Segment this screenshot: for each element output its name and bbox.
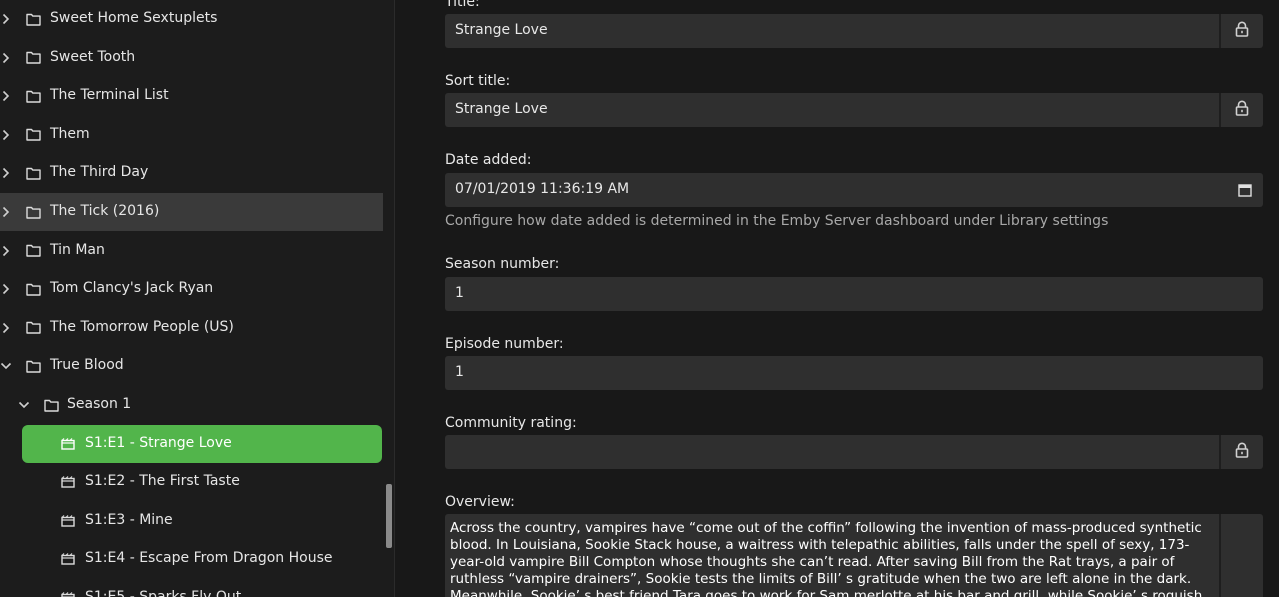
title-value[interactable]: Strange Love [455, 22, 548, 38]
season-number-value[interactable]: 1 [455, 285, 464, 301]
episode-item-s1-e5-sparks-fly-out[interactable]: S1:E5 - Sparks Fly Out [22, 579, 382, 597]
tree-item-label: True Blood [50, 357, 124, 374]
sort-title-label: Sort title: [445, 73, 511, 89]
episode-icon [60, 474, 76, 490]
tree-item-label: Sweet Home Sextuplets [50, 10, 218, 26]
tree-item-the-third-day[interactable]: The Third Day [0, 154, 383, 192]
title-field[interactable]: Strange Love [445, 14, 1263, 48]
episode-number-label: Episode number: [445, 336, 564, 352]
date-added-field[interactable]: 07/01/2019 11:36:19 AM [445, 173, 1263, 207]
overview-text[interactable]: Across the country, vampires have “come … [450, 520, 1208, 597]
folder-icon [43, 397, 59, 413]
folder-icon [25, 320, 41, 336]
chevron-right-icon[interactable] [0, 245, 12, 257]
folder-icon [25, 243, 41, 259]
folder-icon [25, 204, 41, 220]
folder-icon [25, 50, 41, 66]
metadata-editor: Title: Strange Love Sort title: Strange … [395, 0, 1279, 597]
season-number-field[interactable]: 1 [445, 277, 1263, 311]
tree-item-label: The Tick (2016) [50, 203, 160, 219]
folder-icon [25, 281, 41, 297]
date-added-label: Date added: [445, 152, 532, 168]
date-added-value[interactable]: 07/01/2019 11:36:19 AM [455, 181, 629, 197]
chevron-right-icon[interactable] [0, 206, 12, 218]
tree-item-the-tick-2016[interactable]: The Tick (2016) [0, 193, 383, 231]
tree-item-label: The Third Day [50, 164, 149, 181]
episode-number-field[interactable]: 1 [445, 356, 1263, 390]
tree-item-the-terminal-list[interactable]: The Terminal List [0, 77, 383, 115]
chevron-right-icon[interactable] [0, 322, 12, 334]
chevron-down-icon[interactable] [18, 399, 30, 411]
tree-item-tin-man[interactable]: Tin Man [0, 232, 383, 270]
calendar-icon[interactable] [1237, 182, 1253, 198]
tree-item-tom-clancy-s-jack-ryan[interactable]: Tom Clancy's Jack Ryan [0, 270, 383, 308]
community-rating-lock-button[interactable] [1219, 435, 1263, 469]
episode-item-s1-e4-escape-from-dragon-house[interactable]: S1:E4 - Escape From Dragon House [22, 540, 382, 578]
title-lock-button[interactable] [1219, 14, 1263, 48]
sort-title-value[interactable]: Strange Love [455, 101, 548, 117]
folder-icon [25, 358, 41, 374]
lock-icon [1235, 442, 1249, 462]
episode-icon [60, 513, 76, 529]
tree-item-label: Tin Man [50, 241, 105, 258]
chevron-right-icon[interactable] [0, 90, 12, 102]
season-number-label: Season number: [445, 256, 560, 272]
tree-item-label: Tom Clancy's Jack Ryan [50, 280, 214, 297]
chevron-right-icon[interactable] [0, 283, 12, 295]
overview-label: Overview: [445, 494, 515, 510]
community-rating-label: Community rating: [445, 415, 577, 431]
date-added-hint: Configure how date added is determined i… [445, 213, 1109, 229]
episode-label: S1:E4 - Escape From Dragon House [85, 550, 333, 567]
chevron-right-icon[interactable] [0, 129, 12, 141]
episode-item-s1-e2-the-first-taste[interactable]: S1:E2 - The First Taste [22, 463, 382, 501]
folder-icon [25, 11, 41, 27]
overview-lock-area[interactable] [1219, 514, 1263, 597]
episode-icon [60, 590, 76, 597]
tree-item-sweet-tooth[interactable]: Sweet Tooth [0, 39, 383, 77]
tree-item-label: Them [50, 125, 90, 142]
tree-item-true-blood[interactable]: True Blood [0, 347, 383, 385]
episode-label: S1:E5 - Sparks Fly Out [85, 589, 242, 597]
overview-textarea[interactable]: Across the country, vampires have “come … [445, 514, 1263, 597]
folder-icon [25, 165, 41, 181]
sidebar-scrollbar[interactable] [386, 484, 392, 548]
folder-icon [25, 127, 41, 143]
episode-label: S1:E3 - Mine [85, 511, 173, 528]
tree-item-label: The Tomorrow People (US) [50, 318, 234, 335]
chevron-right-icon[interactable] [0, 167, 12, 179]
title-label: Title: [445, 0, 480, 10]
tree-item-the-tomorrow-people-us[interactable]: The Tomorrow People (US) [0, 309, 383, 347]
sort-title-lock-button[interactable] [1219, 93, 1263, 127]
lock-icon [1235, 100, 1249, 120]
library-tree-panel: Sweet Home Sextuplets Sweet Tooth The Term… [0, 0, 394, 597]
lock-icon [1235, 21, 1249, 41]
episode-number-value[interactable]: 1 [455, 364, 464, 380]
episode-icon [60, 436, 76, 452]
tree-item-sweet-home-sextuplets[interactable]: Sweet Home Sextuplets [0, 0, 383, 38]
episode-icon [60, 551, 76, 567]
episode-label: S1:E2 - The First Taste [85, 473, 240, 490]
tree-item-them[interactable]: Them [0, 116, 383, 154]
episode-item-s1-e3-mine[interactable]: S1:E3 - Mine [22, 502, 382, 540]
folder-icon [25, 88, 41, 104]
sort-title-field[interactable]: Strange Love [445, 93, 1263, 127]
chevron-down-icon[interactable] [0, 360, 12, 372]
tree-item-season-1[interactable]: Season 1 [0, 386, 383, 424]
episode-label: S1:E1 - Strange Love [85, 434, 232, 451]
episode-item-s1-e1-strange-love[interactable]: S1:E1 - Strange Love [22, 424, 382, 463]
tree-item-label: Season 1 [67, 396, 132, 412]
chevron-right-icon[interactable] [0, 13, 12, 25]
chevron-right-icon[interactable] [0, 52, 12, 64]
tree-item-label: Sweet Tooth [50, 48, 136, 65]
tree-item-label: The Terminal List [50, 87, 169, 104]
community-rating-field[interactable] [445, 435, 1263, 469]
